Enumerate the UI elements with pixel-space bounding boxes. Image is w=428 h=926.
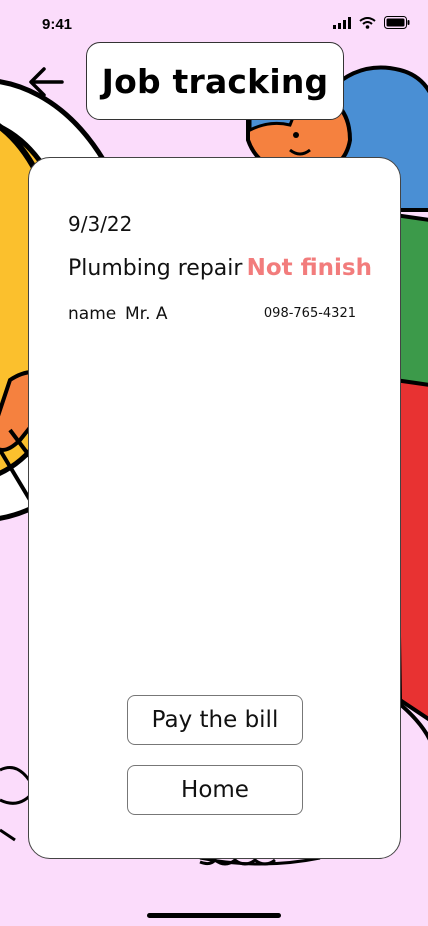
status-time: 9:41 [42, 16, 73, 33]
home-indicator[interactable] [147, 913, 281, 918]
signal-icon [333, 16, 351, 29]
home-button[interactable]: Home [127, 765, 303, 815]
job-title: Plumbing repair [68, 256, 243, 281]
job-card: 9/3/22 Plumbing repair Not finish name M… [28, 157, 401, 859]
page-title-box: Job tracking [86, 42, 344, 120]
arrow-left-icon [29, 67, 64, 97]
wifi-icon [359, 16, 376, 29]
job-status-badge: Not finish [246, 255, 372, 281]
status-icons [333, 16, 410, 29]
back-button[interactable] [24, 60, 68, 104]
customer-phone: 098-765-4321 [263, 306, 356, 321]
job-tracking-screen: 9:41 Job tracking 9/3/22 Plumbing repair… [0, 0, 428, 926]
page-title: Job tracking [101, 61, 329, 101]
job-date: 9/3/22 [68, 212, 133, 236]
battery-icon [384, 16, 410, 29]
customer-name-label: name [68, 304, 117, 324]
customer-name-value: Mr. A [125, 304, 168, 324]
pay-bill-button[interactable]: Pay the bill [127, 695, 303, 745]
